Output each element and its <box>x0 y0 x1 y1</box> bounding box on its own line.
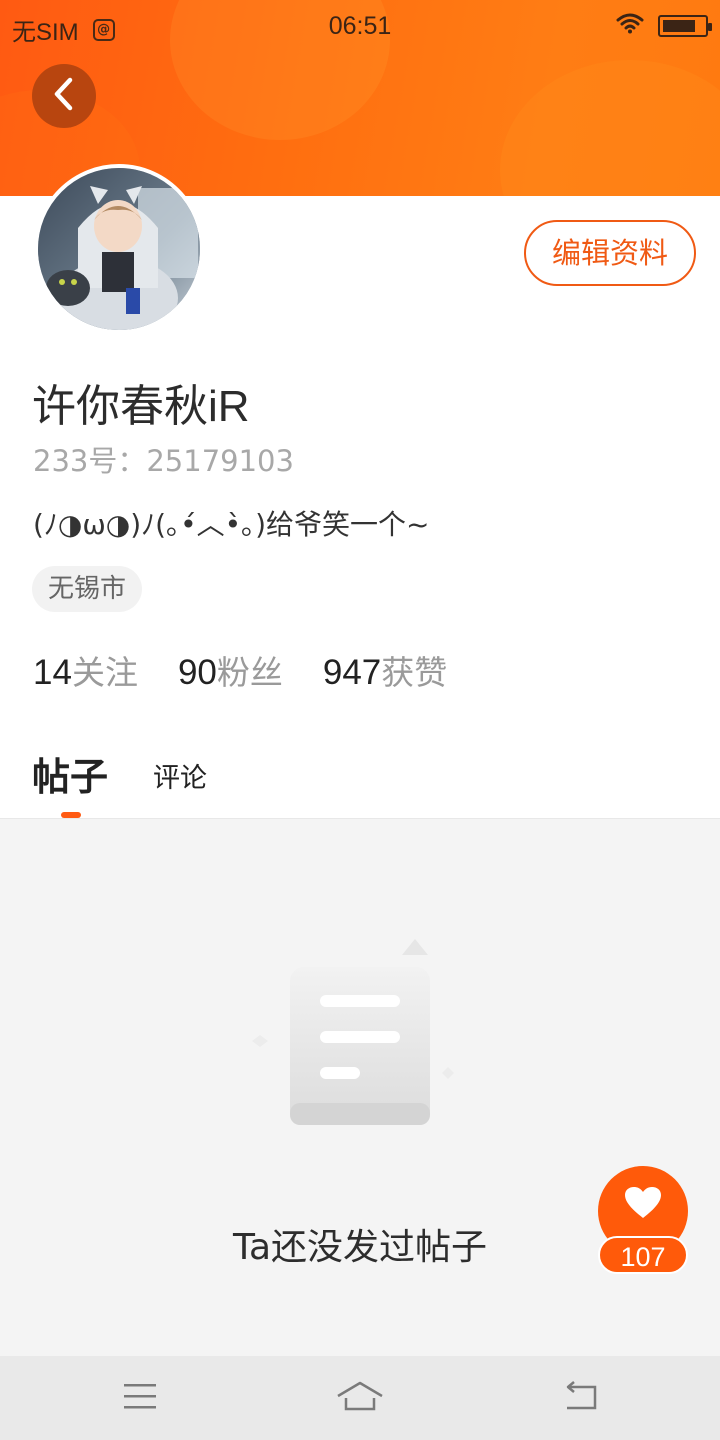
stat-followers[interactable]: 90 粉丝 <box>178 646 283 694</box>
battery-icon <box>658 15 712 37</box>
stat-followers-count: 90 <box>177 653 217 692</box>
chevron-left-icon <box>51 77 77 115</box>
wifi-icon <box>616 12 644 40</box>
location-tag: 无锡市 <box>32 566 143 612</box>
stat-likes-label: 获赞 <box>381 653 448 692</box>
profile-bio: (ﾉ◑ω◑)ﾉ(｡•́︿•̀｡)给爷笑一个~ <box>33 508 430 541</box>
stat-following-label: 关注 <box>71 653 138 692</box>
like-count: 107 <box>598 1236 688 1274</box>
edit-profile-button[interactable]: 编辑资料 <box>524 220 696 286</box>
home-icon <box>335 1380 385 1416</box>
status-bar: 无SIM @ 06:51 <box>0 0 720 52</box>
clock: 06:51 <box>328 12 392 40</box>
avatar-image <box>38 168 200 330</box>
tab-posts[interactable]: 帖子 <box>32 746 108 801</box>
stat-likes-count: 947 <box>322 653 382 692</box>
document-icon <box>250 931 470 1145</box>
posts-panel <box>0 818 720 1356</box>
profile-name: 许你春秋iR <box>32 382 250 431</box>
menu-icon <box>122 1382 158 1414</box>
battery-level <box>663 20 695 32</box>
stat-following-count: 14 <box>33 653 72 692</box>
system-nav-bar <box>0 1356 720 1440</box>
back-button[interactable] <box>32 64 96 128</box>
avatar[interactable] <box>34 164 204 334</box>
profile-uid: 233号：25179103 <box>33 444 294 478</box>
nav-back-button[interactable] <box>558 1378 602 1418</box>
heart-icon <box>624 1186 662 1224</box>
profile-tabs: 帖子 评论 <box>0 740 720 820</box>
back-icon <box>561 1381 599 1415</box>
tab-comments[interactable]: 评论 <box>153 756 207 795</box>
stat-followers-label: 粉丝 <box>216 653 283 692</box>
profile-stats: 14 关注 90 粉丝 947 获赞 <box>33 646 487 694</box>
home-button[interactable] <box>334 1378 386 1418</box>
stat-following[interactable]: 14 关注 <box>33 646 138 694</box>
stat-likes: 947 获赞 <box>323 646 447 694</box>
menu-button[interactable] <box>118 1378 162 1418</box>
